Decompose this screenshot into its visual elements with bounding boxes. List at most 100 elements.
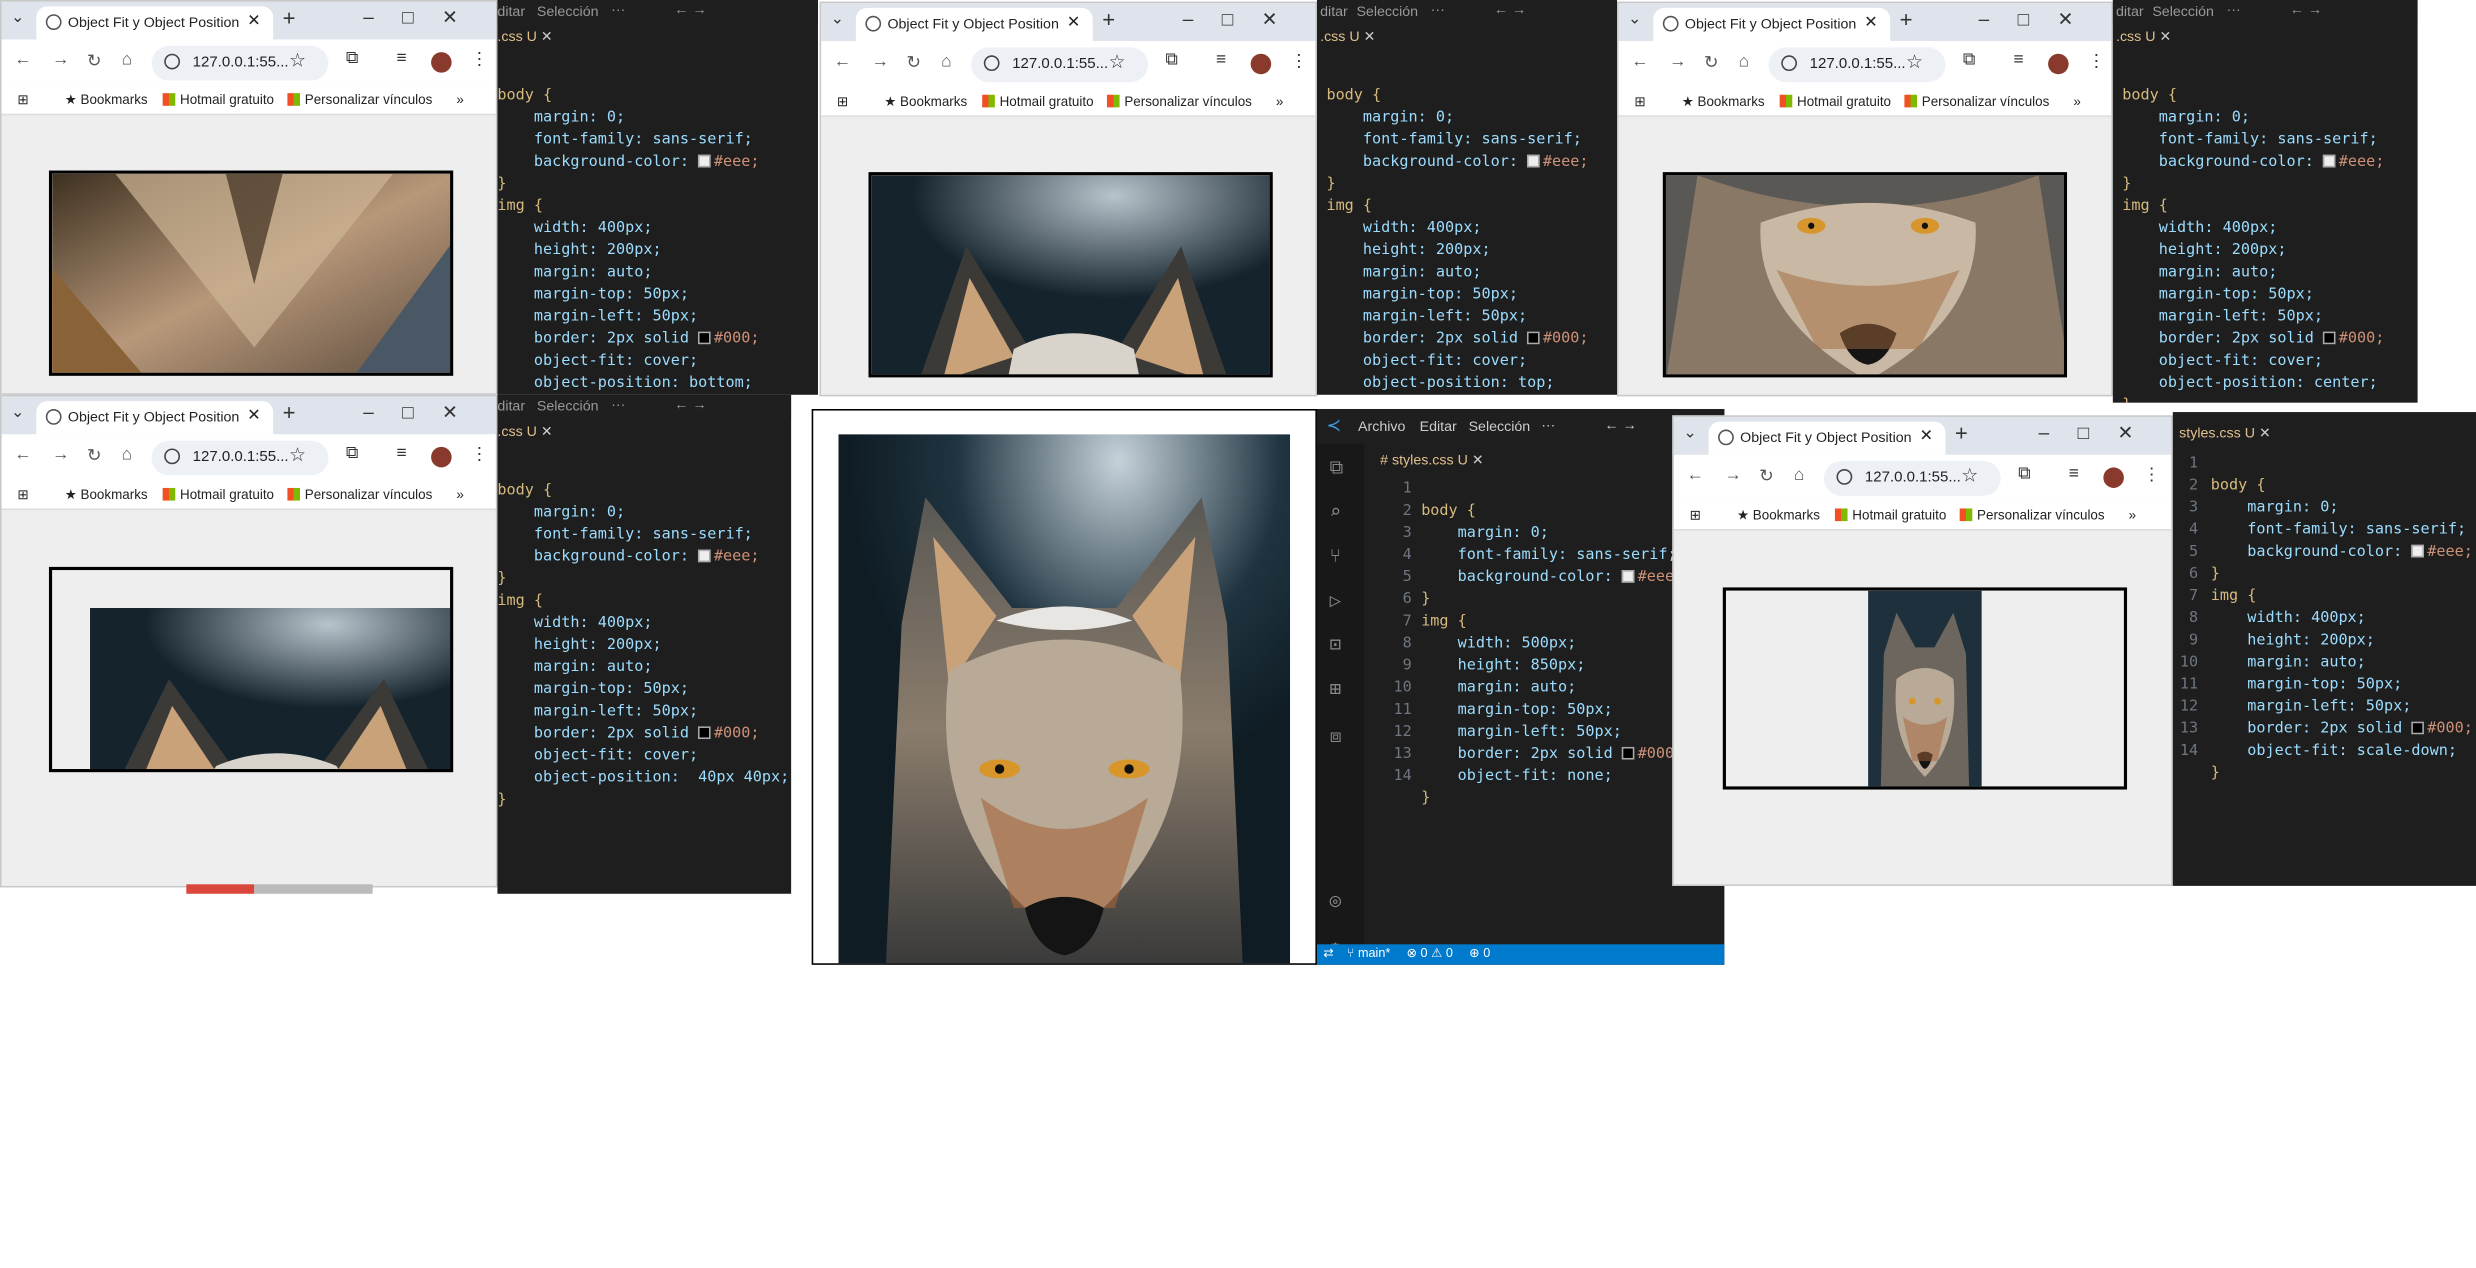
hotmail-link[interactable]: Hotmail gratuito — [162, 486, 274, 502]
tab-search-icon[interactable]: ⌄ — [11, 9, 24, 26]
menu-icon[interactable]: ⋮ — [2088, 51, 2105, 71]
nav-arrows[interactable]: ← → — [674, 2, 706, 18]
reload-icon[interactable]: ↻ — [1759, 466, 1774, 486]
menu-seleccion[interactable]: Selección — [1356, 3, 1418, 19]
hotmail-link[interactable]: Hotmail gratuito — [162, 92, 274, 107]
apps-icon[interactable]: ⊞ — [1690, 507, 1701, 524]
media-icon[interactable]: ≡ — [396, 444, 406, 463]
file-tab[interactable]: .css U ✕ — [497, 28, 552, 45]
code-block[interactable]: body { margin: 0; font-family: sans-seri… — [497, 63, 759, 395]
extensions-icon[interactable]: ⧉ — [1963, 51, 1975, 72]
more-icon[interactable]: ··· — [611, 396, 625, 412]
forward-icon[interactable]: → — [872, 52, 889, 71]
personalizar-link[interactable]: Personalizar vínculos — [1106, 93, 1252, 109]
extensions-icon[interactable]: ⧉ — [1165, 51, 1177, 72]
forward-icon[interactable]: → — [52, 445, 69, 464]
back-icon[interactable]: ← — [1631, 52, 1648, 71]
browser-tab[interactable]: Object Fit y Object Position ✕ — [1708, 421, 1946, 455]
tab-search-icon[interactable]: ⌄ — [831, 11, 844, 28]
overflow-icon[interactable]: » — [456, 486, 463, 502]
browser-tab[interactable]: Object Fit y Object Position ✕ — [1653, 7, 1891, 42]
close-icon[interactable]: ✕ — [2159, 28, 2171, 44]
hotmail-link[interactable]: Hotmail gratuito — [1779, 93, 1891, 109]
menu-editar[interactable]: Editar — [1420, 418, 1457, 434]
tab-search-icon[interactable]: ⌄ — [1628, 11, 1641, 28]
browser-tab[interactable]: Object Fit y Object Position ✕ — [36, 401, 274, 435]
extensions-icon[interactable]: ⧉ — [346, 444, 358, 465]
home-icon[interactable]: ⌂ — [1739, 52, 1750, 71]
close-icon[interactable]: ✕ — [541, 28, 553, 44]
new-tab-button[interactable]: + — [283, 400, 296, 425]
star-icon[interactable]: ☆ — [1109, 51, 1126, 73]
close-icon[interactable]: ✕ — [1364, 28, 1376, 44]
back-icon[interactable]: ← — [834, 52, 851, 71]
code-block[interactable]: body { margin: 0; font-family: sans-seri… — [2211, 453, 2473, 785]
code-block[interactable]: body { margin: 0; font-family: sans-seri… — [497, 458, 789, 812]
more-icon[interactable]: ··· — [1431, 2, 1445, 18]
close-icon[interactable]: ✕ — [1864, 14, 1877, 31]
menu-seleccion[interactable]: Selección — [2152, 3, 2214, 19]
explorer-icon[interactable]: ⧉ — [1330, 456, 1344, 480]
menu-icon[interactable]: ⋮ — [1290, 51, 1307, 71]
tab-search-icon[interactable]: ⌄ — [1683, 425, 1696, 442]
file-tab[interactable]: .css U ✕ — [2116, 28, 2171, 45]
avatar[interactable] — [2048, 53, 2069, 75]
close-icon[interactable]: ✕ — [2259, 425, 2271, 441]
remote-icon[interactable]: ⊡ — [1330, 633, 1341, 655]
home-icon[interactable]: ⌂ — [941, 52, 952, 71]
star-icon[interactable]: ☆ — [1906, 51, 1923, 73]
back-icon[interactable]: ← — [1686, 466, 1703, 485]
back-icon[interactable]: ← — [14, 445, 31, 464]
branch-name[interactable]: main* — [1358, 946, 1390, 960]
remote-indicator[interactable]: ⇄ — [1323, 946, 1337, 960]
menu-icon[interactable]: ⋮ — [2143, 464, 2160, 485]
window-controls[interactable]: –□✕ — [363, 6, 486, 28]
media-icon[interactable]: ≡ — [396, 49, 406, 68]
menu-editar[interactable]: ditar — [497, 398, 525, 414]
avatar[interactable] — [1250, 53, 1272, 75]
nav-arrows[interactable]: ← → — [1494, 2, 1526, 18]
apps-icon[interactable]: ⊞ — [837, 93, 848, 110]
ports-indicator[interactable]: ⊕ 0 — [1469, 946, 1490, 960]
forward-icon[interactable]: → — [52, 51, 69, 70]
problems-indicator[interactable]: ⊗ 0 ⚠ 0 — [1406, 946, 1453, 960]
hotmail-link[interactable]: Hotmail gratuito — [982, 93, 1094, 109]
reload-icon[interactable]: ↻ — [87, 51, 102, 71]
new-tab-button[interactable]: + — [1900, 6, 1913, 31]
menu-seleccion[interactable]: Selección — [537, 398, 599, 414]
forward-icon[interactable]: → — [1669, 52, 1686, 71]
new-tab-button[interactable]: + — [283, 5, 296, 30]
more-icon[interactable]: ··· — [611, 2, 625, 18]
window-controls[interactable]: –□✕ — [363, 401, 486, 423]
bookmarks-link[interactable]: ★ Bookmarks — [884, 93, 967, 110]
bookmarks-link[interactable]: ★ Bookmarks — [1682, 93, 1765, 110]
nav-arrows[interactable]: ← → — [1604, 417, 1636, 433]
reload-icon[interactable]: ↻ — [906, 52, 921, 73]
close-icon[interactable]: ✕ — [541, 423, 553, 439]
close-icon[interactable]: ✕ — [247, 407, 260, 424]
apps-icon[interactable]: ⊞ — [1634, 93, 1645, 110]
personalizar-link[interactable]: Personalizar vínculos — [1959, 507, 2105, 523]
file-tab[interactable]: .css U ✕ — [497, 423, 552, 440]
file-tab[interactable]: .css U ✕ — [1320, 28, 1375, 45]
bookmarks-link[interactable]: ★ Bookmarks — [65, 92, 148, 109]
media-icon[interactable]: ≡ — [1216, 51, 1226, 70]
run-icon[interactable]: ▷ — [1330, 589, 1341, 611]
star-icon[interactable]: ☆ — [289, 49, 306, 71]
menu-icon[interactable]: ⋮ — [471, 49, 488, 70]
new-tab-button[interactable]: + — [1955, 420, 1968, 445]
file-tab[interactable]: # styles.css U ✕ — [1380, 452, 1484, 469]
file-tab[interactable]: styles.css U ✕ — [2179, 425, 2271, 442]
account-icon[interactable]: ◎ — [1330, 889, 1341, 911]
bookmarks-link[interactable]: ★ Bookmarks — [1737, 507, 1820, 524]
extensions-icon[interactable]: ⧉ — [346, 49, 358, 70]
menu-editar[interactable]: ditar — [2116, 3, 2144, 19]
avatar[interactable] — [431, 446, 452, 468]
reload-icon[interactable]: ↻ — [1704, 52, 1719, 73]
testing-icon[interactable]: ⧈ — [1330, 725, 1342, 749]
personalizar-link[interactable]: Personalizar vínculos — [1904, 93, 2049, 109]
avatar[interactable] — [2103, 467, 2124, 488]
code-block[interactable]: body { margin: 0; font-family: sans-seri… — [1326, 63, 1588, 395]
search-icon[interactable]: ⌕ — [1330, 501, 1341, 523]
close-icon[interactable]: ✕ — [1472, 452, 1484, 468]
